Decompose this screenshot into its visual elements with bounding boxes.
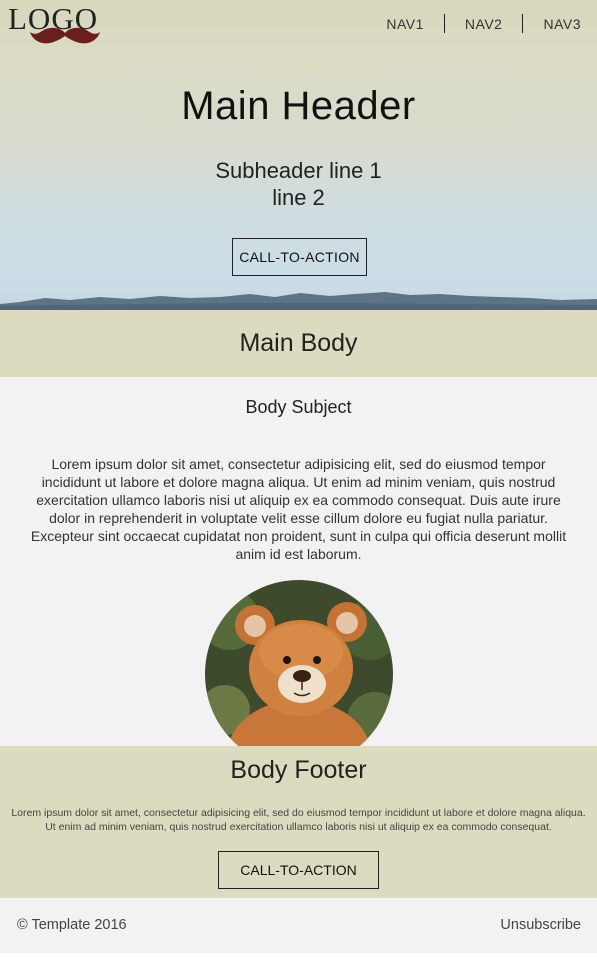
mustache-icon	[30, 27, 100, 44]
subheader-line-1: Subheader line 1	[215, 158, 382, 183]
teddy-bear-image	[205, 580, 393, 746]
mountain-silhouette	[0, 292, 597, 310]
nav-item-2[interactable]: NAV2	[445, 16, 523, 32]
nav-bar: NAV1 NAV2 NAV3	[366, 14, 581, 33]
nav-item-3[interactable]: NAV3	[523, 16, 581, 32]
hero-cta-button[interactable]: CALL-TO-ACTION	[232, 238, 367, 276]
main-body-band: Main Body	[0, 310, 597, 377]
main-header: Main Header	[181, 84, 416, 128]
main-body-content: Body Subject Lorem ipsum dolor sit amet,…	[0, 377, 597, 746]
body-text: Lorem ipsum dolor sit amet, consectetur …	[30, 456, 567, 562]
body-footer-section: Body Footer Lorem ipsum dolor sit amet, …	[0, 746, 597, 898]
nav-item-1[interactable]: NAV1	[366, 16, 444, 32]
logo[interactable]: LOGO	[8, 2, 132, 46]
hero-section: LOGO NAV1 NAV2 NAV3 Main Header Subheade…	[0, 0, 597, 310]
body-footer-text: Lorem ipsum dolor sit amet, consectetur …	[11, 807, 586, 833]
main-body-title: Main Body	[239, 329, 358, 357]
bottom-bar: © Template 2016 Unsubscribe	[0, 898, 597, 953]
footer-cta-button[interactable]: CALL-TO-ACTION	[218, 851, 379, 889]
unsubscribe-link[interactable]: Unsubscribe	[500, 917, 581, 933]
body-footer-title: Body Footer	[230, 756, 367, 784]
subheader-line-2: line 2	[272, 185, 325, 210]
body-subject: Body Subject	[245, 397, 352, 417]
copyright-text: © Template 2016	[17, 917, 127, 933]
subheader: Subheader line 1 line 2	[0, 157, 597, 211]
